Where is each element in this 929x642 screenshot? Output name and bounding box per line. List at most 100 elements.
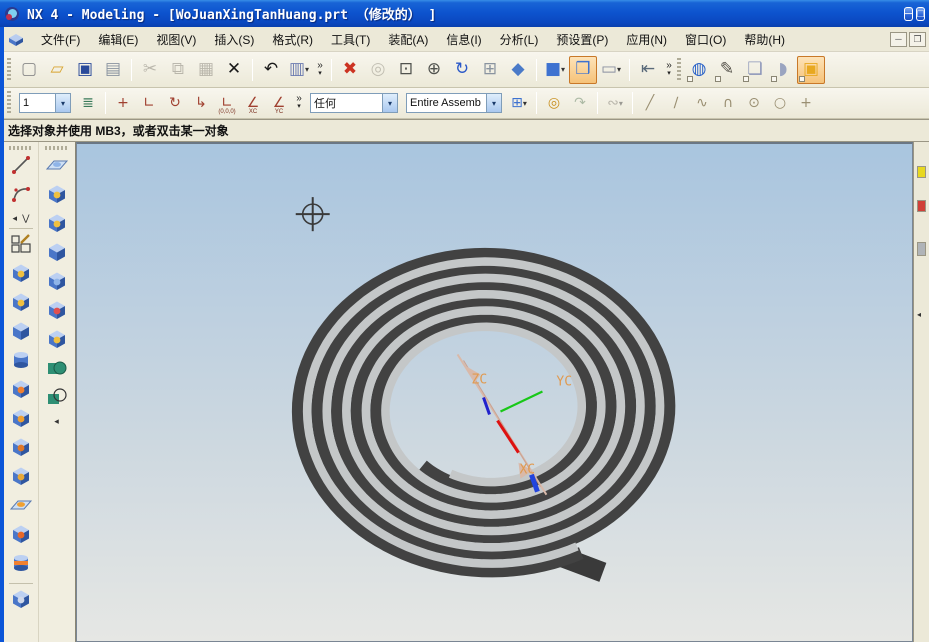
menu-application[interactable]: 应用(N) [617, 28, 676, 51]
chevron-down-icon[interactable]: ▾ [667, 70, 671, 78]
menu-file[interactable]: 文件(F) [32, 28, 89, 51]
maximize-button[interactable]: □ [916, 7, 925, 21]
menu-help[interactable]: 帮助(H) [735, 28, 794, 51]
zoom-button[interactable]: ◎ [364, 56, 392, 84]
subtract-tool[interactable] [42, 385, 72, 414]
chevron-down-icon[interactable]: ▾ [486, 94, 501, 112]
menu-analysis[interactable]: 分析(L) [491, 28, 548, 51]
type-filter-combobox[interactable]: 任何▾ [310, 93, 398, 113]
slot-tool[interactable] [6, 522, 36, 551]
swept-tool[interactable] [6, 319, 36, 348]
snap-existing-point-button[interactable]: + [793, 91, 819, 115]
rotate-view-button[interactable]: ↻ [448, 56, 476, 84]
display-mode-button[interactable]: ❒ [569, 56, 597, 84]
find-component-button[interactable]: ⊞▾ [506, 91, 532, 115]
wcs-dynamics-button[interactable]: + [110, 91, 136, 115]
title-bar[interactable]: NX 4 - Modeling - [WoJuanXingTanHuang.pr… [0, 0, 929, 27]
snap-center-point-button[interactable]: ⊙ [741, 91, 767, 115]
groove-tool[interactable] [6, 551, 36, 580]
fit-view-button[interactable]: ✖ [336, 56, 364, 84]
chevron-down-icon[interactable]: ▾ [619, 99, 623, 108]
mdi-minimize-button[interactable]: ─ [890, 32, 907, 47]
emboss-tool[interactable] [6, 493, 36, 522]
drafting-module-button[interactable]: ❏ [741, 56, 769, 84]
layout-button[interactable]: ▭▾ [597, 56, 625, 84]
toolbar-overflow-button[interactable]: »▾ [313, 62, 327, 78]
pocket-tool[interactable] [6, 435, 36, 464]
chevron-down-icon[interactable]: ▾ [55, 94, 70, 112]
hole-tool[interactable] [6, 377, 36, 406]
open-file-button[interactable]: ▱ [43, 56, 71, 84]
zoom-box-button[interactable]: ⊡ [392, 56, 420, 84]
snap-settings-button[interactable]: ∾▾ [602, 91, 628, 115]
snap-point-on-curve-button[interactable]: ∿ [689, 91, 715, 115]
shaded-display-button[interactable]: ■▾ [541, 56, 569, 84]
chevron-down-icon[interactable]: ▾ [382, 94, 397, 112]
snap-quadrant-point-button[interactable]: ∩ [715, 91, 741, 115]
cut-button[interactable]: ✂ [136, 56, 164, 84]
instance-feature-tool[interactable] [42, 240, 72, 269]
unite-tool[interactable] [42, 356, 72, 385]
selection-filter-button[interactable]: ◎ [541, 91, 567, 115]
arc-tool[interactable] [6, 182, 36, 211]
scope-combobox[interactable]: Entire Assemb▾ [406, 93, 502, 113]
new-file-button[interactable]: ▢ [15, 56, 43, 84]
trim-body-tool[interactable] [6, 587, 36, 616]
revolve-tool[interactable] [6, 290, 36, 319]
undo-button[interactable]: ↶ [257, 56, 285, 84]
delete-button[interactable]: ✕ [220, 56, 248, 84]
customize-button[interactable]: ▥▾ [285, 56, 313, 84]
datum-csys-tool[interactable] [42, 211, 72, 240]
toolbar-drag-handle[interactable] [7, 91, 11, 115]
line-tool[interactable] [6, 153, 36, 182]
redo-selection-button[interactable]: ↷ [567, 91, 593, 115]
snap-mid-point-button[interactable]: ∕ [663, 91, 689, 115]
toolbar-drag-handle[interactable] [677, 58, 681, 82]
join-body-tool[interactable] [42, 269, 72, 298]
save-button[interactable]: ▣ [71, 56, 99, 84]
menu-edit[interactable]: 编辑(E) [89, 28, 147, 51]
menu-format[interactable]: 格式(R) [263, 28, 322, 51]
sketch-tool[interactable] [6, 232, 36, 261]
pan-view-button[interactable]: ⊞ [476, 56, 504, 84]
zoom-in-out-button[interactable]: ⊕ [420, 56, 448, 84]
menu-window[interactable]: 窗口(O) [676, 28, 735, 51]
menu-insert[interactable]: 插入(S) [205, 28, 263, 51]
wcs-change-xc-button[interactable]: ∠XC [240, 91, 266, 115]
mirror-body-tool[interactable] [42, 327, 72, 356]
chevron-down-icon[interactable]: ▾ [617, 65, 621, 74]
toolbar-overflow-button[interactable]: »▾ [662, 62, 676, 78]
minimize-button[interactable]: ─ [904, 7, 914, 21]
layer-combobox[interactable]: 1▾ [19, 93, 71, 113]
toolbar-drag-handle[interactable] [7, 58, 11, 82]
tube-tool[interactable] [6, 348, 36, 377]
extrude-tool[interactable] [6, 261, 36, 290]
collapse-column-arrow[interactable]: ◂ [54, 414, 59, 428]
menu-tools[interactable]: 工具(T) [322, 28, 379, 51]
mdi-restore-button[interactable]: ❐ [909, 32, 926, 47]
chevron-down-icon[interactable]: ▾ [297, 103, 301, 111]
datum-plane-tool[interactable] [42, 153, 72, 182]
modeling-module-button[interactable]: ▣ [797, 56, 825, 84]
layer-settings-button[interactable]: ≣ [75, 91, 101, 115]
menu-preferences[interactable]: 预设置(P) [547, 28, 617, 51]
datum-axis-tool[interactable] [42, 182, 72, 211]
snap-circle-button[interactable]: ○ [767, 91, 793, 115]
boss-tool[interactable] [6, 406, 36, 435]
sidebar-drag-handle[interactable] [45, 146, 69, 150]
start-module-button[interactable]: ◍ [685, 56, 713, 84]
expand-tools-row[interactable]: ◂ ⋁ [13, 211, 30, 225]
collapse-strip-arrow[interactable]: ◂ [917, 310, 926, 319]
sheetmetal-module-button[interactable]: ◗ [769, 56, 797, 84]
print-button[interactable]: ▤ [99, 56, 127, 84]
sketch-module-button[interactable]: ✎ [713, 56, 741, 84]
menu-information[interactable]: 信息(I) [437, 28, 490, 51]
pad-tool[interactable] [6, 464, 36, 493]
graphics-viewport[interactable]: ZCYCXC [76, 142, 913, 642]
chevron-down-icon[interactable]: ▾ [318, 70, 322, 78]
toolbar-overflow-button[interactable]: »▾ [292, 95, 306, 111]
chevron-down-icon[interactable]: ▾ [561, 65, 565, 74]
wcs-rotate-button[interactable]: ↻ [162, 91, 188, 115]
chevron-down-icon[interactable]: ▾ [523, 99, 527, 108]
chevron-down-icon[interactable]: ▾ [305, 65, 309, 74]
